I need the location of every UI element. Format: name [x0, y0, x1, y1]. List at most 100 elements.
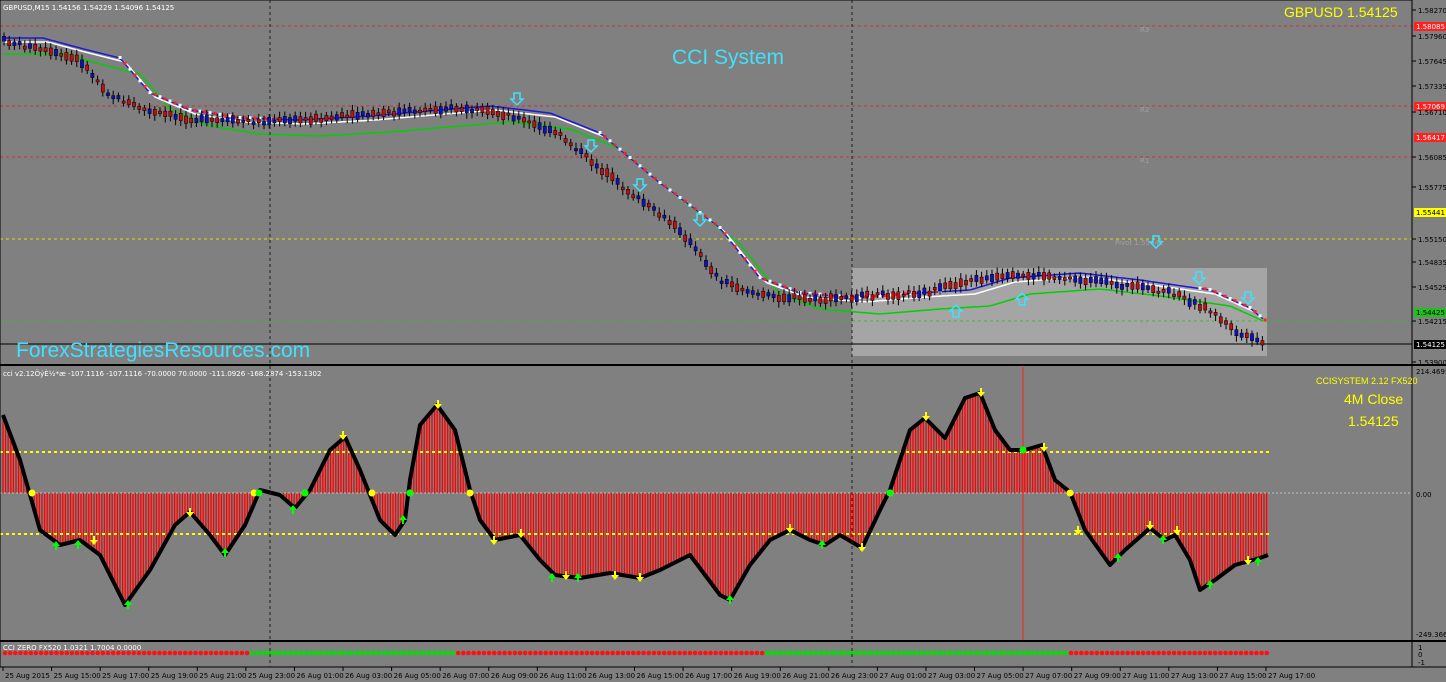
- candle-body: [480, 106, 485, 114]
- candle-body: [69, 53, 74, 62]
- candle-body: [927, 290, 932, 297]
- price-panel[interactable]: R3 R2 R1 Pivot 1.55441 S1: [0, 25, 1412, 356]
- time-axis-label: 26 Aug 19:00: [734, 672, 781, 680]
- cci-zero-dot: [780, 650, 785, 656]
- candle-body: [194, 118, 199, 123]
- cci-zero-dot: [960, 650, 966, 656]
- candle-body: [542, 125, 547, 134]
- zero-cross-dot: [368, 489, 376, 497]
- cci-zero-panel[interactable]: [2, 650, 1270, 656]
- cci-zero-dot: [893, 650, 899, 656]
- candle-body: [901, 293, 906, 297]
- cci-zero-dot: [1228, 650, 1233, 656]
- candle-body: [90, 72, 95, 78]
- candle-body: [854, 294, 859, 302]
- candle-body: [459, 107, 464, 112]
- cci-zero-dot: [739, 650, 744, 656]
- candle-body: [615, 178, 620, 185]
- cci-indicator-panel[interactable]: [0, 367, 1412, 640]
- cci-zero-dot: [1027, 650, 1033, 656]
- candle-body: [163, 110, 168, 117]
- cci-zero-dot: [713, 650, 718, 656]
- stop-dot: [1233, 299, 1237, 303]
- candle-body: [496, 111, 500, 117]
- price-marker-label: 1.55441: [1416, 209, 1445, 217]
- cci-zero-dot: [1207, 650, 1213, 656]
- cci-zero-dot: [1037, 650, 1043, 656]
- candle-body: [1094, 276, 1098, 284]
- cci-zero-dot: [842, 650, 847, 656]
- time-axis-label: 27 Aug 13:00: [1171, 672, 1218, 680]
- candle-body: [860, 291, 864, 298]
- candle-body: [844, 295, 849, 299]
- candle-body: [1177, 291, 1182, 298]
- cci-zero-dot: [265, 650, 270, 656]
- candle-body: [932, 287, 937, 291]
- cci-zero-dot: [1130, 650, 1136, 656]
- zero-cross-dot: [28, 489, 36, 497]
- candle-body: [579, 148, 584, 155]
- candle-body: [1161, 288, 1166, 293]
- symbol-info-bar: GBPUSD,M15 1.54156 1.54229 1.54096 1.541…: [3, 4, 175, 12]
- candle-body: [724, 279, 729, 285]
- candle-body: [204, 114, 209, 124]
- candle-body: [1260, 340, 1265, 346]
- cci-zero-dot: [862, 650, 868, 656]
- candle-body: [1078, 276, 1083, 284]
- cci-zero-dot: [538, 650, 543, 656]
- candle-body: [750, 290, 755, 295]
- cci-zero-dot: [723, 650, 729, 656]
- candle-body: [95, 79, 100, 83]
- candle-body: [865, 290, 870, 298]
- cci-zero-dot: [857, 650, 863, 656]
- indicator1-close-value: 1.54125: [1348, 413, 1399, 429]
- cci-zero-dot: [697, 650, 703, 656]
- cci-zero-dot: [574, 650, 579, 656]
- time-axis-label: 26 Aug 23:00: [831, 672, 878, 680]
- cci-zero-dot: [280, 650, 286, 656]
- cci-zero-dot: [285, 650, 291, 656]
- candle-body: [158, 110, 162, 114]
- candle-body: [251, 121, 256, 125]
- candle-body: [813, 294, 818, 302]
- cci-zero-dot: [388, 650, 394, 656]
- candle-body: [308, 116, 313, 125]
- stop-dot: [748, 263, 752, 267]
- cci-zero-dot: [1192, 650, 1197, 656]
- candle-body: [574, 148, 578, 152]
- stop-dot: [218, 112, 222, 116]
- cci-zero-dot: [950, 650, 955, 656]
- stop-dot: [733, 244, 737, 248]
- indicator2-header: CCI ZERO FX520 1.0321 1.7004 0.0000: [3, 644, 142, 652]
- candle-body: [1151, 285, 1156, 293]
- cci-zero-dot: [1001, 650, 1007, 656]
- candle-body: [709, 266, 714, 275]
- stop-dot: [148, 91, 152, 94]
- cci-zero-dot: [940, 650, 945, 656]
- cci-zero-dot: [399, 650, 404, 656]
- candle-body: [236, 119, 240, 124]
- zero-cross-dot: [1019, 446, 1027, 454]
- cci-zero-dot: [1012, 650, 1017, 656]
- cci-zero-dot: [878, 650, 883, 656]
- cci-zero-dot: [996, 650, 1002, 656]
- zero-axis-label: 0: [1418, 651, 1422, 659]
- candle-body: [168, 110, 173, 117]
- indicator1-close-label: 4M Close: [1344, 391, 1404, 407]
- stop-dot: [753, 269, 757, 273]
- cci-zero-dot: [502, 650, 507, 656]
- cci-zero-dot: [332, 650, 337, 656]
- cci-zero-dot: [770, 650, 775, 656]
- stop-dot: [628, 156, 632, 159]
- candle-body: [366, 112, 370, 118]
- candle-body: [433, 106, 438, 114]
- candle-body: [100, 83, 105, 93]
- candle-body: [823, 297, 828, 304]
- candle-body: [12, 41, 17, 46]
- cci-zero-dot: [945, 650, 950, 656]
- cci-zero-dot: [327, 650, 332, 656]
- cci-zero-dot: [352, 650, 358, 656]
- candle-body: [782, 293, 786, 302]
- candle-body: [282, 116, 287, 124]
- candle-body: [111, 95, 116, 99]
